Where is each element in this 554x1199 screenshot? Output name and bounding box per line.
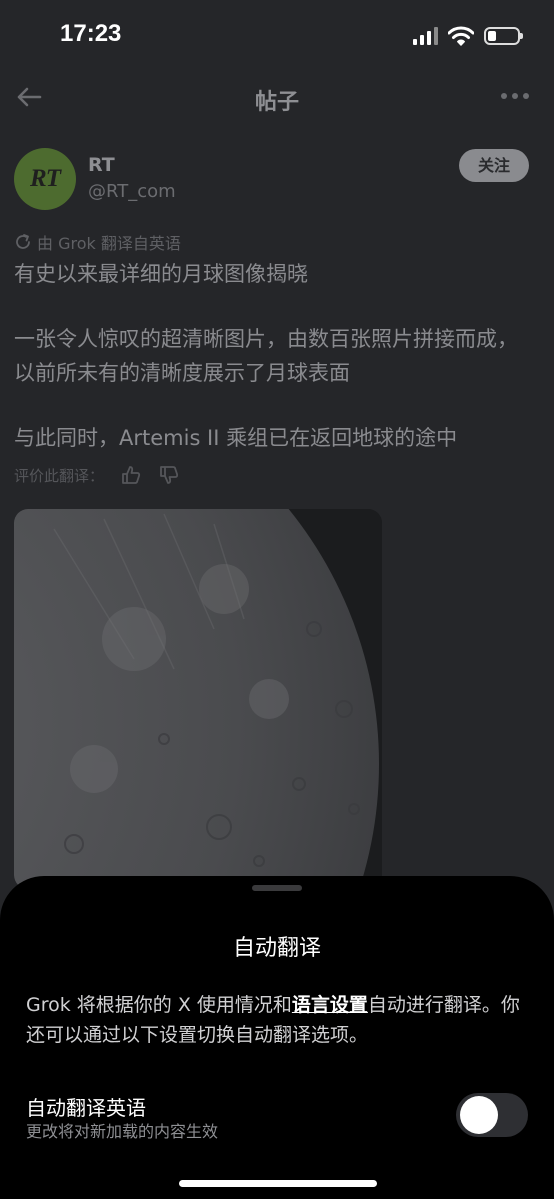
- sheet-description-prefix: Grok 将根据你的 X 使用情况和: [26, 994, 292, 1016]
- moon-image: [14, 509, 382, 889]
- battery-icon: [484, 27, 523, 45]
- auto-translate-toggle[interactable]: [456, 1093, 528, 1137]
- toggle-knob: [460, 1096, 498, 1134]
- home-indicator[interactable]: [179, 1180, 377, 1187]
- thumbs-down-icon[interactable]: [158, 464, 180, 486]
- more-horizontal-icon[interactable]: [500, 86, 530, 106]
- page-title: 帖子: [254, 90, 299, 115]
- rate-translation-row: 评价此翻译：: [14, 464, 180, 486]
- post-image[interactable]: [14, 509, 382, 889]
- sheet-title: 自动翻译: [232, 936, 321, 961]
- translation-notice-text: 由 Grok 翻译自英语: [37, 234, 181, 253]
- translate-refresh-icon: [16, 234, 30, 249]
- nav-bar: 帖子: [0, 74, 554, 122]
- battery-level: [488, 31, 496, 41]
- author-name[interactable]: RT: [88, 154, 115, 176]
- follow-button[interactable]: 关注: [459, 149, 529, 182]
- cellular-signal-icon: [413, 27, 438, 45]
- thumbs-up-icon[interactable]: [120, 464, 142, 486]
- sheet-description: Grok 将根据你的 X 使用情况和语言设置自动进行翻译。你还可以通过以下设置切…: [26, 990, 531, 1050]
- avatar[interactable]: RT: [14, 148, 76, 210]
- status-time: 17:23: [60, 20, 122, 47]
- post-screen: 17:23 帖子 RT RT @RT_com 关注 由 Grok 翻译自英语 有…: [0, 0, 554, 1199]
- auto-translate-toggle-subtitle: 更改将对新加载的内容生效: [26, 1122, 219, 1141]
- avatar-logo-text: RT: [30, 165, 61, 192]
- auto-translate-toggle-label: 自动翻译英语: [26, 1096, 146, 1120]
- status-icons: [413, 26, 523, 46]
- wifi-icon: [448, 26, 474, 46]
- post-paragraph: 与此同时，Artemis II 乘组已在返回地球的途中: [14, 426, 458, 450]
- author-handle[interactable]: @RT_com: [88, 181, 176, 202]
- post-paragraph: 一张令人惊叹的超清晰图片，由数百张照片拼接而成，以前所未有的清晰度展示了月球表面: [14, 327, 518, 385]
- language-settings-link[interactable]: 语言设置: [292, 994, 368, 1016]
- status-bar: 17:23: [0, 0, 554, 74]
- translation-notice: 由 Grok 翻译自英语: [14, 230, 181, 254]
- post-paragraph: 有史以来最详细的月球图像揭晓: [14, 262, 308, 286]
- rate-translation-label: 评价此翻译：: [14, 466, 105, 485]
- sheet-drag-handle[interactable]: [252, 885, 302, 891]
